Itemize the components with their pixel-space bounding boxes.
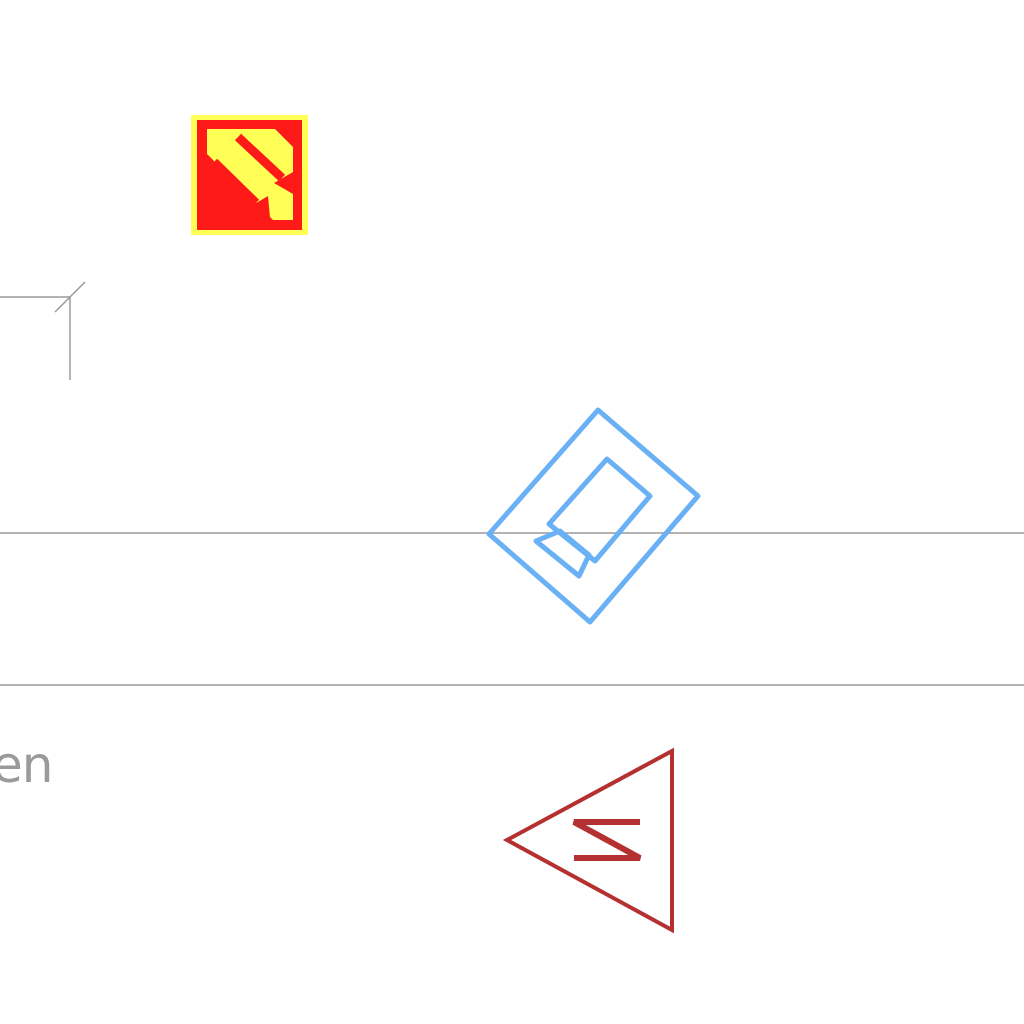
north-arrow-icon[interactable] [502,747,674,934]
wall-lines [0,281,1024,686]
north-letter [572,819,642,861]
fire-hose-reel-icon[interactable] [191,115,308,235]
floor-plan-map [0,115,1024,934]
room-label: en [0,736,53,794]
camera-icon[interactable] [486,407,701,625]
